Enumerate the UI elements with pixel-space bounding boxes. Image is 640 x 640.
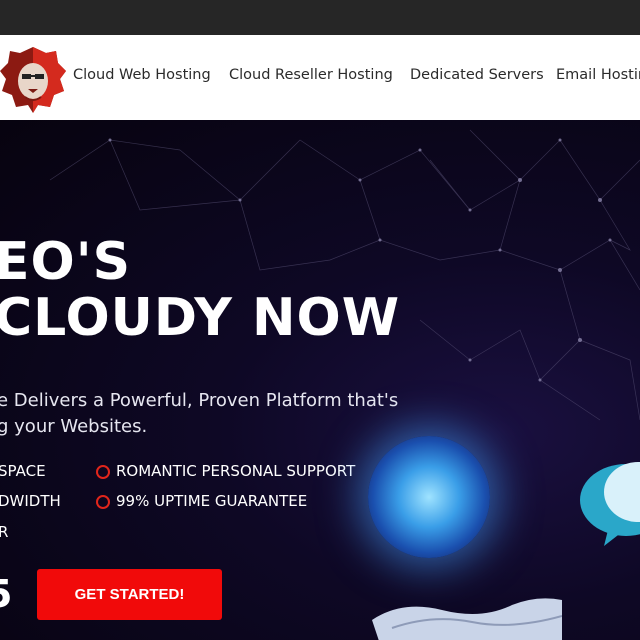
get-started-button[interactable]: GET STARTED! xyxy=(37,569,222,620)
hero-headline-line1: EO'S xyxy=(0,232,132,292)
nav-cloud-web-hosting[interactable]: Cloud Web Hosting xyxy=(73,67,211,83)
site-header: Cloud Web Hosting Cloud Reseller Hosting… xyxy=(0,35,640,120)
lion-logo-icon[interactable] xyxy=(0,43,68,115)
nav-cloud-reseller-hosting[interactable]: Cloud Reseller Hosting xyxy=(229,67,393,83)
feature-left-1: SPACE xyxy=(0,462,46,480)
bullet-circle-icon xyxy=(96,465,110,479)
glowing-globe-icon xyxy=(368,436,490,558)
feature-romantic-support: ROMANTIC PERSONAL SUPPORT xyxy=(116,462,356,480)
robotic-hand-graphic xyxy=(372,598,562,640)
hero-section: EO'S CLOUDY NOW e Delivers a Powerful, P… xyxy=(0,120,640,640)
chat-cloud-icon xyxy=(580,462,640,546)
feature-uptime-guarantee: 99% UPTIME GUARANTEE xyxy=(116,492,308,510)
nav-email-hosting[interactable]: Email Hosting xyxy=(556,67,640,83)
nav-dedicated-servers[interactable]: Dedicated Servers xyxy=(410,67,544,83)
feature-left-2: DWIDTH xyxy=(0,492,61,510)
price-fragment: 5 xyxy=(0,572,12,616)
bullet-circle-icon xyxy=(96,495,110,509)
browser-top-bar xyxy=(0,0,640,35)
hero-subtitle: e Delivers a Powerful, Proven Platform t… xyxy=(0,388,427,440)
hero-headline-line2: CLOUDY NOW xyxy=(0,288,401,348)
hero-subtitle-line2: g your Websites. xyxy=(0,416,148,437)
feature-left-3: R xyxy=(0,523,9,541)
hero-subtitle-line1: e Delivers a Powerful, Proven Platform t… xyxy=(0,390,399,411)
